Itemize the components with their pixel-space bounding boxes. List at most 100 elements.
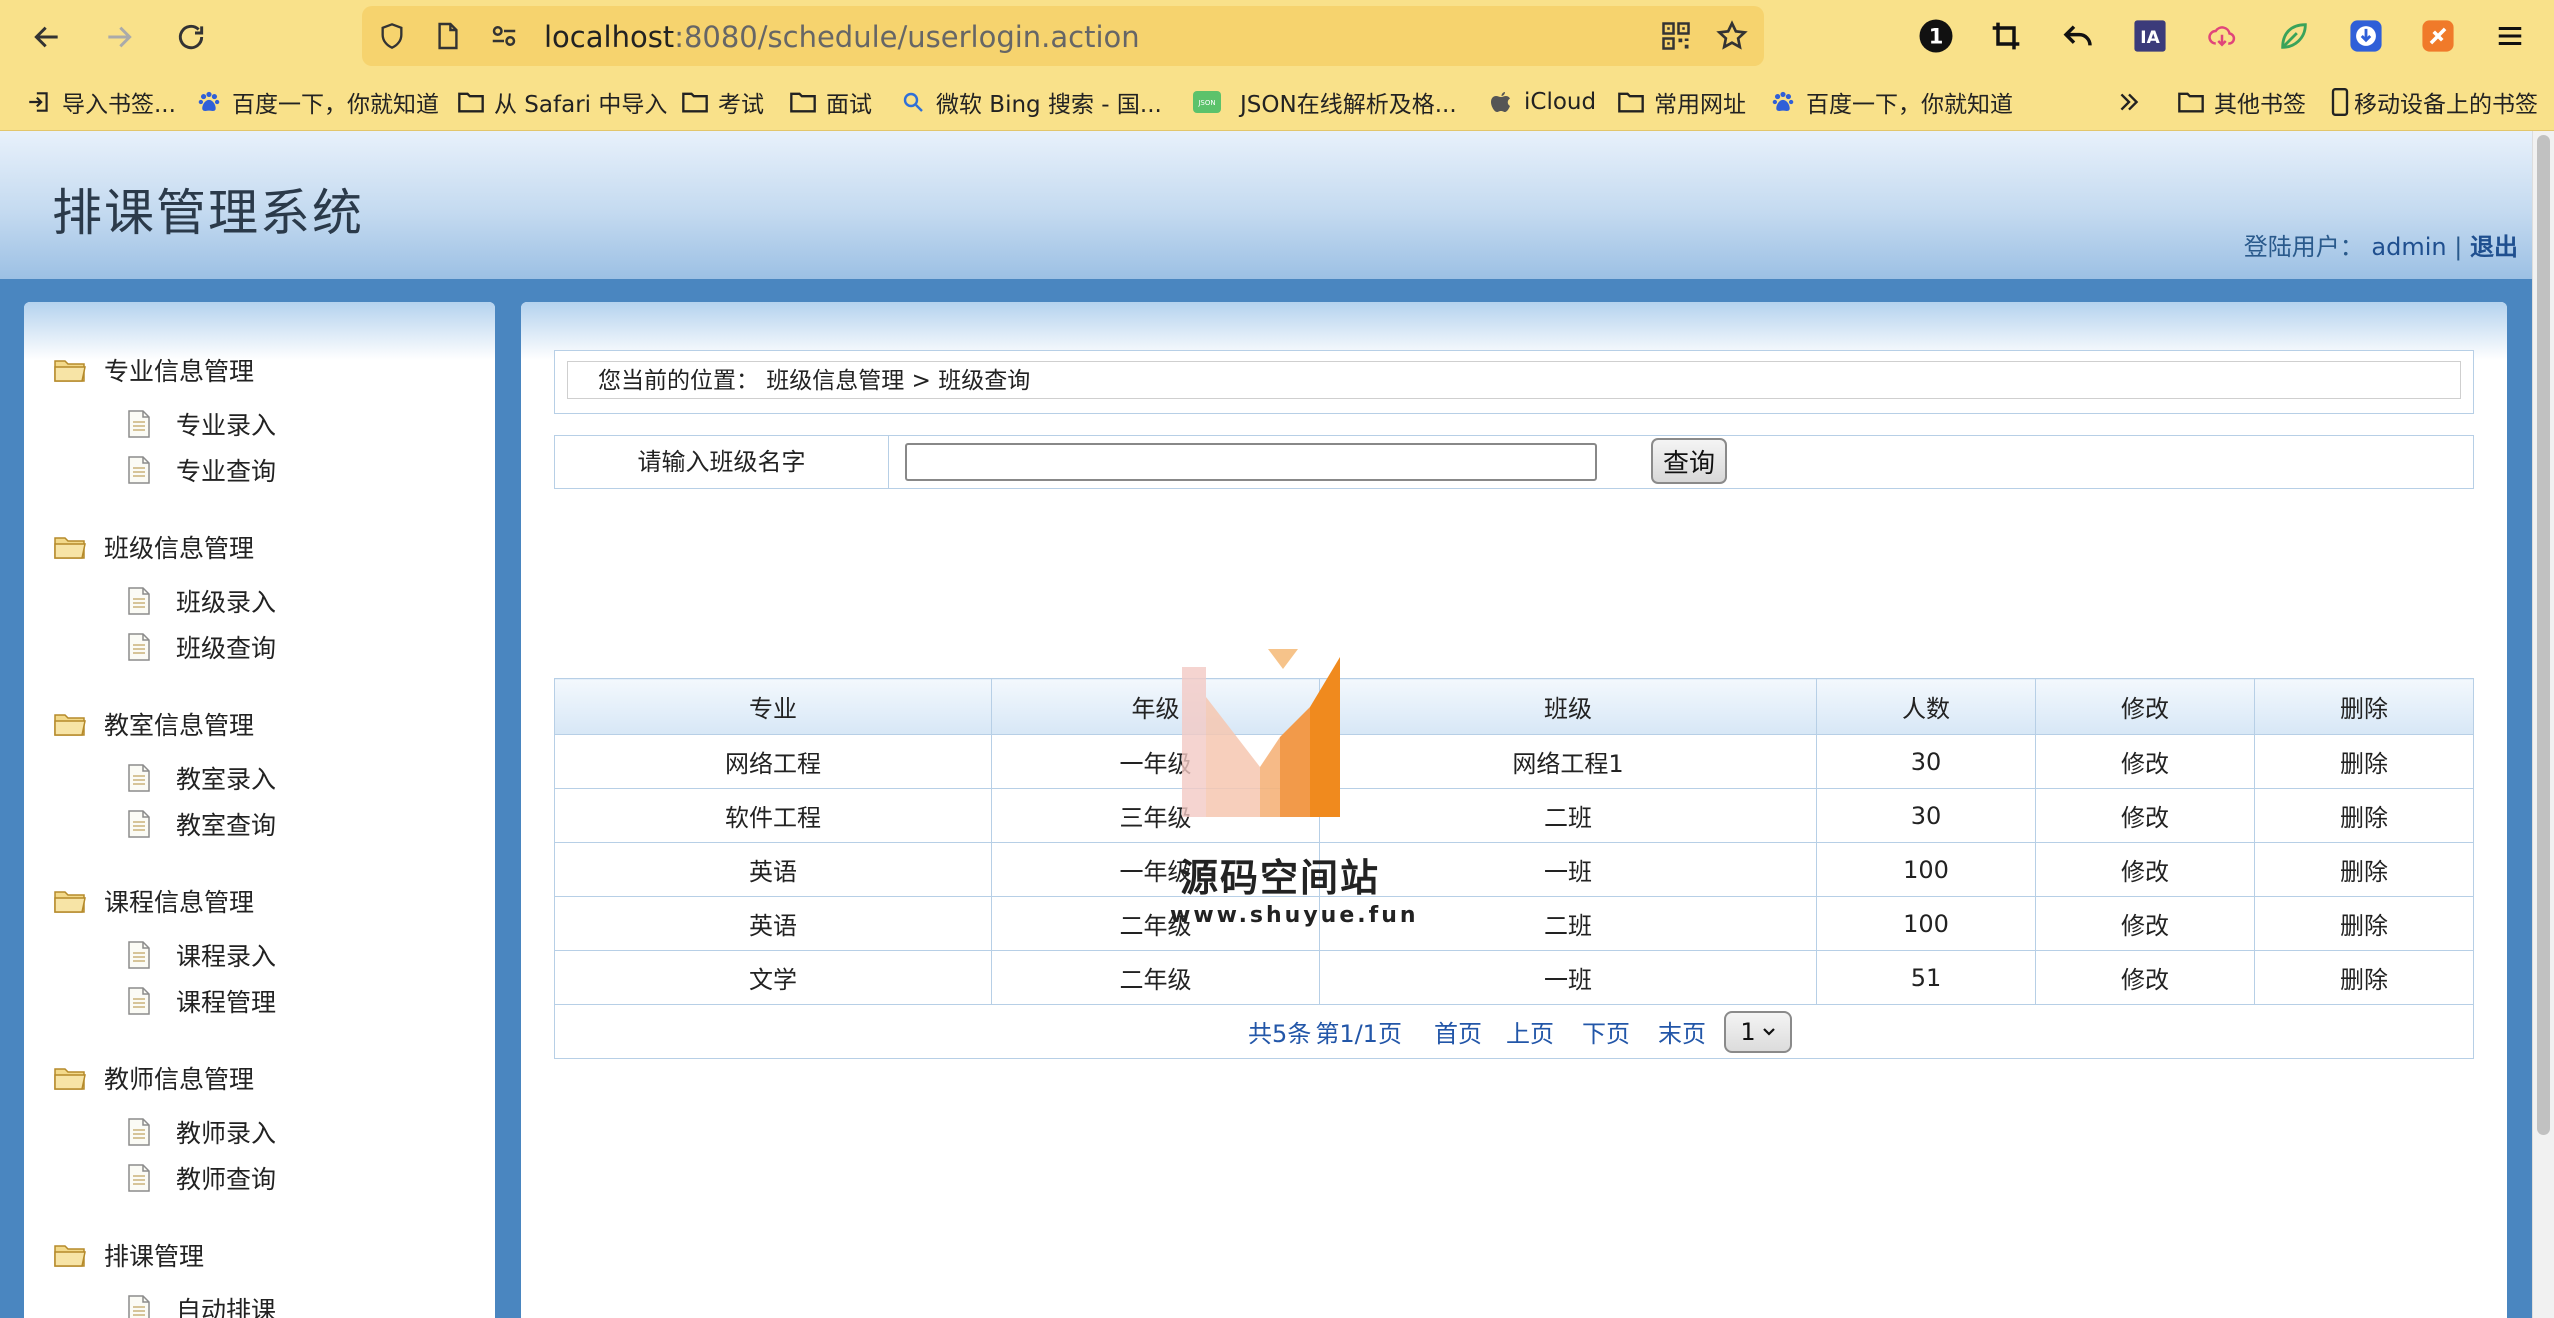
sidebar-item[interactable]: 专业录入 <box>128 406 276 442</box>
column-header: 人数 <box>1816 678 2036 735</box>
sidebar-item[interactable]: 教室录入 <box>128 760 276 796</box>
bookmark-other[interactable]: 其他书签 <box>2176 84 2306 120</box>
table-cell: 三年级 <box>991 788 1320 843</box>
edit-link[interactable]: 修改 <box>2035 896 2255 951</box>
url-host: localhost <box>544 20 675 54</box>
table-cell: 一班 <box>1319 842 1817 897</box>
bookmark-common-urls[interactable]: 常用网址 <box>1616 84 1746 120</box>
pager-first-link[interactable]: 首页 <box>1434 1014 1482 1049</box>
bookmark-label: 其他书签 <box>2214 92 2306 118</box>
orange-extension-icon[interactable] <box>2418 16 2458 56</box>
shield-icon[interactable] <box>374 18 410 54</box>
url-text[interactable]: localhost:8080/schedule/userlogin.action <box>544 20 1140 54</box>
sidebar-item[interactable]: 教师查询 <box>128 1160 276 1196</box>
back-button[interactable] <box>24 14 70 60</box>
table-cell: 二班 <box>1319 896 1817 951</box>
crop-icon[interactable] <box>1986 16 2026 56</box>
edit-link[interactable]: 修改 <box>2035 788 2255 843</box>
edit-link[interactable]: 修改 <box>2035 950 2255 1005</box>
sidebar-item[interactable]: 教师录入 <box>128 1114 276 1150</box>
delete-link[interactable]: 删除 <box>2254 788 2474 843</box>
bookmark-exam[interactable]: 考试 <box>680 84 764 120</box>
sidebar-item[interactable]: 课程录入 <box>128 937 276 973</box>
sidebar-group[interactable]: 班级信息管理 <box>54 529 254 565</box>
menu-icon[interactable] <box>2490 16 2530 56</box>
baidu-paw-icon <box>194 87 224 117</box>
table-body: 网络工程 一年级 网络工程1 30 修改 删除 软件工程 三年级 二班 30 修改 删除 英语 一年级 一班… <box>554 734 2474 1005</box>
sidebar-item[interactable]: 教室查询 <box>128 806 276 842</box>
page-select-value: 1 <box>1740 1017 1756 1046</box>
bookmark-mobile[interactable]: 移动设备上的书签 <box>2330 84 2538 120</box>
main-panel: 您当前的位置： 班级信息管理 > 班级查询 请输入班级名字 查询 专业 年级 班级人… <box>521 302 2507 1318</box>
bookmark-baidu-2[interactable]: 百度一下，你就知道 <box>1768 84 2013 120</box>
pager-next-link[interactable]: 下页 <box>1582 1014 1630 1049</box>
sidebar-item[interactable]: 班级录入 <box>128 583 276 619</box>
bookmark-interview[interactable]: 面试 <box>788 84 872 120</box>
document-icon <box>128 941 150 969</box>
cloud-download-icon[interactable] <box>2202 16 2242 56</box>
edit-link[interactable]: 修改 <box>2035 734 2255 789</box>
logout-link[interactable]: 退出 <box>2470 233 2518 261</box>
bookmarks-overflow-button[interactable] <box>2114 84 2152 120</box>
page-select[interactable]: 1 <box>1723 1010 1792 1053</box>
table-cell: 100 <box>1816 896 2036 951</box>
bookmark-star-icon[interactable] <box>1714 18 1750 54</box>
undo-icon[interactable] <box>2058 16 2098 56</box>
forward-button[interactable] <box>96 14 142 60</box>
address-bar[interactable]: localhost:8080/schedule/userlogin.action <box>362 6 1764 66</box>
edit-link[interactable]: 修改 <box>2035 842 2255 897</box>
column-header: 专业 <box>554 678 992 735</box>
table-cell: 二年级 <box>991 950 1320 1005</box>
leaf-extension-icon[interactable] <box>2274 16 2314 56</box>
sidebar-item[interactable]: 班级查询 <box>128 629 276 665</box>
sidebar-group-label: 班级信息管理 <box>104 534 255 563</box>
scrollbar-thumb[interactable] <box>2537 135 2550 1135</box>
search-icon <box>898 87 928 117</box>
ia-extension-icon[interactable]: IA <box>2130 16 2170 56</box>
table-cell: 网络工程1 <box>1319 734 1817 789</box>
sidebar-group-label: 教室信息管理 <box>104 711 255 740</box>
qr-code-icon[interactable] <box>1658 18 1694 54</box>
site-settings-icon[interactable] <box>486 18 522 54</box>
bookmark-import[interactable]: 导入书签... <box>24 84 176 120</box>
reload-button[interactable] <box>168 14 214 60</box>
search-label: 请输入班级名字 <box>555 436 889 488</box>
reload-icon <box>178 24 204 50</box>
bookmark-safari-import[interactable]: 从 Safari 中导入 <box>456 84 667 120</box>
delete-link[interactable]: 删除 <box>2254 950 2474 1005</box>
page-scrollbar[interactable] <box>2532 131 2554 1318</box>
user-name-link[interactable]: admin <box>2371 233 2446 261</box>
bookmark-icloud[interactable]: iCloud <box>1486 84 1596 120</box>
pager-total: 共5条 <box>1248 1020 1312 1048</box>
table-cell: 英语 <box>554 896 992 951</box>
baidu-paw-icon <box>1768 87 1798 117</box>
folder-open-icon <box>54 537 86 559</box>
badge-extension-icon[interactable]: 1 <box>1916 16 1956 56</box>
sidebar-item[interactable]: 专业查询 <box>128 452 276 488</box>
document-icon <box>128 410 150 438</box>
sidebar-item-label: 教室查询 <box>176 811 277 840</box>
delete-link[interactable]: 删除 <box>2254 896 2474 951</box>
pager-prev-link[interactable]: 上页 <box>1506 1014 1554 1049</box>
folder-open-icon <box>54 1068 86 1090</box>
delete-link[interactable]: 删除 <box>2254 734 2474 789</box>
sidebar-group[interactable]: 教师信息管理 <box>54 1060 254 1096</box>
folder-icon <box>788 87 818 117</box>
bookmark-json[interactable]: JSON JSON在线解析及格... <box>1192 84 1457 120</box>
class-name-input[interactable] <box>905 443 1597 481</box>
page-icon[interactable] <box>430 18 466 54</box>
sidebar-item[interactable]: 自动排课 <box>128 1291 276 1318</box>
bookmark-bing[interactable]: 微软 Bing 搜索 - 国... <box>898 84 1162 120</box>
delete-link[interactable]: 删除 <box>2254 842 2474 897</box>
sidebar-group[interactable]: 专业信息管理 <box>54 352 254 388</box>
pager-last-link[interactable]: 末页 <box>1658 1014 1706 1049</box>
downloader-extension-icon[interactable] <box>2346 16 2386 56</box>
page-content: 排课管理系统 登陆用户： admin | 退出 专业信息管理 专业录入 专业查询 班级… <box>0 131 2532 1318</box>
sidebar-group[interactable]: 课程信息管理 <box>54 883 254 919</box>
sidebar-group[interactable]: 排课管理 <box>54 1237 204 1273</box>
sidebar-group[interactable]: 教室信息管理 <box>54 706 254 742</box>
apple-icon <box>1486 87 1516 117</box>
sidebar-item[interactable]: 课程管理 <box>128 983 276 1019</box>
bookmark-baidu[interactable]: 百度一下，你就知道 <box>194 84 439 120</box>
query-button[interactable]: 查询 <box>1651 438 1727 484</box>
